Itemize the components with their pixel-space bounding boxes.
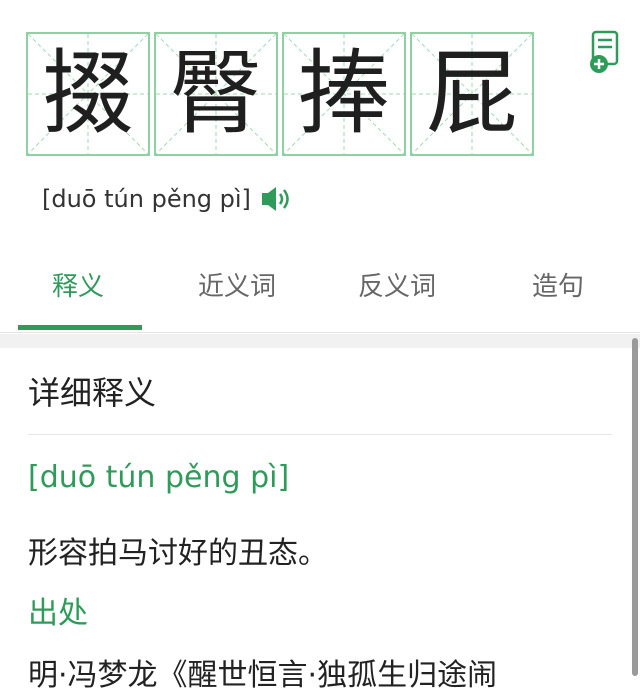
section-title: 详细释义	[28, 374, 157, 412]
notebook-add-icon[interactable]	[588, 30, 624, 76]
definition-text: 形容拍马讨好的丑态。	[28, 536, 328, 571]
tab-bar-border	[0, 332, 640, 333]
scrollbar[interactable]	[632, 338, 638, 676]
idiom-char: 屁	[425, 40, 518, 147]
char-box-1: 掇	[26, 32, 150, 156]
idiom-characters: 掇 臀 捧 屁	[26, 32, 534, 156]
idiom-char: 捧	[297, 40, 390, 147]
char-box-3: 捧	[282, 32, 406, 156]
detail-section: 详细释义 [duō tún pěng pì] 形容拍马讨好的丑态。 出处 明·冯…	[0, 348, 640, 693]
active-tab-indicator	[18, 325, 142, 330]
idiom-char: 臀	[169, 40, 262, 147]
char-box-4: 屁	[410, 32, 534, 156]
idiom-pinyin: [duō tún pěng pì]	[42, 185, 251, 213]
tab-antonyms[interactable]: 反义词	[358, 266, 436, 303]
idiom-char: 掇	[41, 40, 134, 147]
source-label: 出处	[28, 596, 88, 631]
tab-bar: 释义 近义词 反义词 造句	[0, 256, 640, 334]
pinyin-row: [duō tún pěng pì]	[42, 185, 295, 213]
char-box-2: 臀	[154, 32, 278, 156]
tab-synonyms[interactable]: 近义词	[198, 266, 276, 303]
tab-example-sentences[interactable]: 造句	[532, 266, 584, 303]
tab-definition[interactable]: 释义	[52, 266, 104, 303]
section-separator	[0, 334, 640, 348]
speaker-icon[interactable]	[261, 185, 295, 213]
divider	[28, 434, 612, 435]
source-text: 明·冯梦龙《醒世恒言·独孤生归途闹	[28, 658, 498, 693]
detail-pinyin: [duō tún pěng pì]	[28, 460, 290, 495]
